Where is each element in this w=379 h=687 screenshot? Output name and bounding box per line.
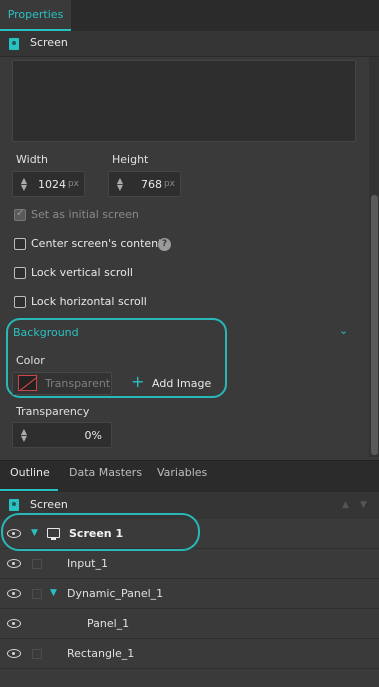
- add-image-button[interactable]: Add Image: [152, 377, 211, 390]
- lock-vertical-checkbox[interactable]: [14, 267, 26, 279]
- height-value: 768: [141, 178, 162, 191]
- stepper-arrows-icon[interactable]: ▲ ▼: [19, 428, 29, 443]
- tab-outline[interactable]: Outline: [10, 466, 50, 479]
- outline-item-label: Rectangle_1: [67, 647, 135, 660]
- outline-row-rectangle[interactable]: Rectangle_1: [0, 639, 379, 669]
- width-value: 1024: [38, 178, 66, 191]
- stepper-arrows-icon[interactable]: ▲ ▼: [19, 177, 29, 192]
- tab-variables[interactable]: Variables: [157, 466, 207, 479]
- width-stepper[interactable]: ▲ ▼ 1024 px: [12, 171, 85, 197]
- initial-screen-label: Set as initial screen: [31, 208, 139, 221]
- stepper-arrows-icon[interactable]: ▲ ▼: [115, 177, 125, 192]
- chevron-down-icon[interactable]: ▼: [50, 588, 57, 598]
- outline-checkbox[interactable]: [32, 649, 42, 659]
- outline-screen-title: Screen: [30, 498, 68, 511]
- initial-screen-checkbox: [14, 208, 26, 221]
- lock-horizontal-label[interactable]: Lock horizontal scroll: [31, 295, 147, 308]
- outline-item-label: Panel_1: [87, 617, 130, 630]
- height-unit: px: [163, 179, 175, 189]
- move-down-icon[interactable]: ▼: [360, 500, 367, 510]
- outline-checkbox[interactable]: [32, 589, 42, 599]
- document-icon: [9, 38, 19, 50]
- color-label: Color: [16, 354, 45, 367]
- chevron-down-icon[interactable]: ⌄: [339, 324, 348, 337]
- outline-item-label: Input_1: [67, 557, 108, 570]
- screen-header-title: Screen: [30, 36, 68, 49]
- center-content-checkbox[interactable]: [14, 238, 26, 250]
- scrollbar-thumb[interactable]: [371, 195, 378, 455]
- lock-horizontal-checkbox[interactable]: [14, 296, 26, 308]
- document-icon: [9, 499, 19, 511]
- transparency-label: Transparency: [16, 405, 90, 418]
- width-label: Width: [16, 153, 48, 166]
- help-icon[interactable]: ?: [158, 238, 171, 251]
- center-content-label[interactable]: Center screen's content: [31, 237, 162, 250]
- eye-icon[interactable]: [7, 559, 21, 568]
- tab-properties[interactable]: Properties: [0, 0, 71, 31]
- outline-row-panel[interactable]: Panel_1: [0, 609, 379, 639]
- transparent-swatch-icon[interactable]: [18, 375, 37, 391]
- height-label: Height: [112, 153, 149, 166]
- transparency-stepper[interactable]: ▲ ▼ 0%: [12, 422, 112, 448]
- screen-preview: [12, 60, 356, 142]
- move-up-icon[interactable]: ▲: [342, 500, 349, 510]
- width-unit: px: [67, 179, 79, 189]
- outline-item-label: Dynamic_Panel_1: [67, 587, 164, 600]
- outline-checkbox[interactable]: [32, 559, 42, 569]
- tab-data-masters[interactable]: Data Masters: [69, 466, 142, 479]
- lock-vertical-label[interactable]: Lock vertical scroll: [31, 266, 133, 279]
- plus-icon[interactable]: +: [131, 374, 144, 390]
- height-stepper[interactable]: ▲ ▼ 768 px: [108, 171, 181, 197]
- color-value: Transparent: [45, 377, 111, 390]
- eye-icon[interactable]: [7, 589, 21, 598]
- screen-row-highlight: [1, 513, 200, 551]
- outline-row-dynamic-panel[interactable]: ▼ Dynamic_Panel_1: [0, 579, 379, 609]
- outline-row-input[interactable]: Input_1: [0, 549, 379, 579]
- eye-icon[interactable]: [7, 649, 21, 658]
- transparency-value: 0%: [84, 429, 102, 442]
- eye-icon[interactable]: [7, 619, 21, 628]
- active-tab-indicator: [0, 489, 58, 491]
